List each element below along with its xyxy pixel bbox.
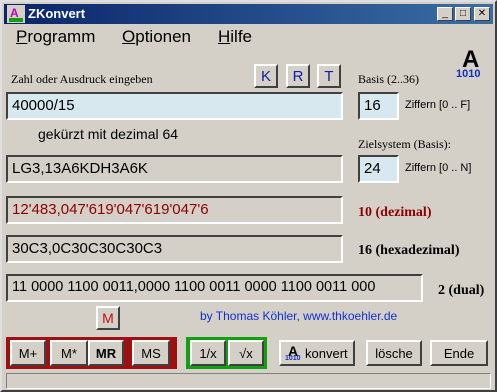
memory-store-button[interactable]: MS — [132, 340, 170, 366]
svg-text:A: A — [10, 6, 19, 20]
menu-optionen[interactable]: Optionen — [122, 27, 191, 47]
status-bar — [6, 373, 491, 389]
memory-store-label: MS — [141, 345, 161, 361]
maximize-button[interactable]: □ — [455, 7, 471, 21]
memory-recall-button[interactable]: MR — [88, 340, 124, 366]
input-label: Zahl oder Ausdruck eingeben — [11, 72, 153, 86]
reciprocal-button[interactable]: 1/x — [190, 340, 226, 366]
logo-subscript: 1010 — [456, 68, 481, 80]
source-base-input[interactable]: 16 — [358, 92, 399, 120]
memory-indicator: M — [96, 306, 120, 330]
mode-k-label: K — [260, 67, 271, 85]
app-window: A ZKonvert _ □ ✕ Programm Optionen Hilfe… — [0, 0, 497, 392]
minimize-icon: _ — [442, 8, 448, 19]
konvert-button[interactable]: A 1010 konvert — [279, 340, 355, 366]
source-digits-label: Ziffern [0 .. F] — [405, 99, 471, 111]
memory-add-label: M+ — [18, 345, 38, 361]
binary-result-field[interactable]: 11 0000 1100 0011,0000 1100 0011 0000 11… — [6, 274, 423, 302]
memory-indicator-label: M — [102, 310, 114, 326]
menu-hilfe-label: ilfe — [230, 27, 253, 46]
konvert-icon: A 1010 — [285, 343, 301, 362]
sqrt-button[interactable]: √x — [228, 340, 264, 366]
window-title: ZKonvert — [28, 6, 86, 21]
minimize-button[interactable]: _ — [437, 7, 453, 21]
mode-t-label: T — [324, 67, 334, 85]
menu-hilfe[interactable]: Hilfe — [218, 27, 252, 47]
credit-link[interactable]: by Thomas Köhler, www.thkoehler.de — [200, 309, 397, 323]
sqrt-label: √x — [239, 345, 253, 361]
memory-recall-label: MR — [95, 345, 117, 361]
expression-input[interactable]: 40000/15 — [6, 92, 343, 120]
hex-label: 16 (hexadezimal) — [358, 243, 460, 258]
clear-label: lösche — [375, 345, 413, 361]
menu-hilfe-mnemonic: H — [218, 27, 231, 46]
title-bar[interactable]: A ZKonvert _ □ ✕ — [4, 4, 493, 24]
reciprocal-label: 1/x — [199, 345, 217, 361]
close-button[interactable]: ✕ — [474, 7, 490, 21]
menu-programm[interactable]: Programm — [16, 27, 95, 47]
target-base-label: Zielsystem (Basis): — [358, 137, 451, 151]
target-base-input[interactable]: 24 — [358, 155, 399, 183]
memory-multiply-button[interactable]: M* — [50, 340, 88, 366]
exit-button[interactable]: Ende — [430, 340, 488, 366]
memory-multiply-label: M* — [61, 345, 77, 361]
target-digits-label: Ziffern [0 .. N] — [405, 162, 472, 174]
konvert-label: konvert — [305, 345, 348, 361]
target-result-field[interactable]: LG3,13A6KDH3A6K — [6, 155, 343, 183]
decimal-label: 10 (dezimal) — [358, 205, 432, 220]
menu-optionen-mnemonic: O — [122, 27, 136, 46]
source-base-label: Basis (2..36) — [358, 72, 419, 86]
memory-add-button[interactable]: M+ — [10, 340, 46, 366]
menu-programm-mnemonic: P — [16, 27, 28, 46]
app-icon: A — [7, 5, 25, 23]
mode-r-label: R — [292, 67, 304, 85]
app-logo: A 1010 — [450, 46, 490, 86]
decimal-result-field[interactable]: 12'483,047'619'047'619'047'6 — [6, 196, 343, 224]
menu-optionen-label: ptionen — [135, 27, 192, 46]
mode-t-button[interactable]: T — [317, 64, 341, 88]
mode-k-button[interactable]: K — [254, 64, 278, 88]
hex-result-field[interactable]: 30C3,0C30C30C30C3 — [6, 235, 343, 263]
menu-programm-label: rogramm — [27, 27, 96, 46]
exit-label: Ende — [443, 345, 475, 361]
close-icon: ✕ — [477, 8, 487, 19]
clear-button[interactable]: lösche — [366, 340, 422, 366]
maximize-icon: □ — [459, 8, 467, 19]
binary-label: 2 (dual) — [438, 283, 485, 298]
reduction-note: gekürzt mit dezimal 64 — [38, 126, 179, 142]
mode-r-button[interactable]: R — [286, 64, 310, 88]
